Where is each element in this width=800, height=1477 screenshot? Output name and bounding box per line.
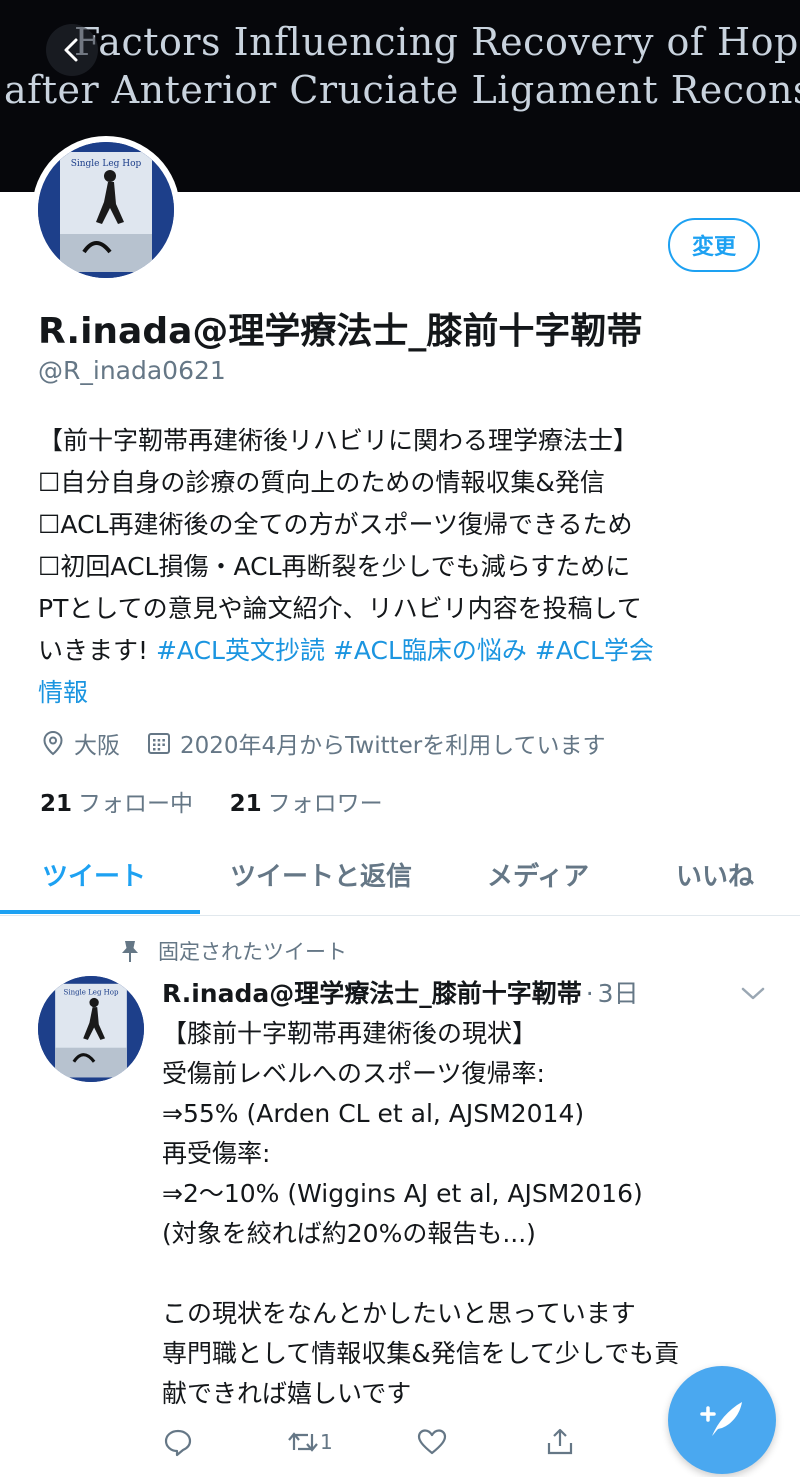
tweet-line: 専門職として情報収集&発信をして少しでも貢 (162, 1339, 680, 1368)
tweet-line: ⇒55% (Arden CL et al, AJSM2014) (162, 1099, 585, 1128)
tweet-actions: 1 (160, 1426, 600, 1466)
hashtag-link-continuation[interactable]: 情報 (38, 672, 778, 714)
active-tab-indicator (0, 910, 200, 914)
retweet-button[interactable]: 1 (286, 1426, 333, 1458)
bio-line: いきます! #ACL英文抄読 #ACL臨床の悩み #ACL学会 (38, 630, 778, 672)
bio-line: ☐自分自身の診療の質向上のための情報収集&発信 (38, 468, 605, 497)
profile-join-date: 2020年4月からTwitterを利用しています (180, 733, 606, 759)
avatar-caption: Single Leg Hop (64, 988, 119, 997)
profile-avatar[interactable]: Single Leg Hop (32, 136, 180, 284)
tab-media[interactable]: メディア (487, 856, 589, 893)
tweet-author-avatar[interactable]: Single Leg Hop (38, 976, 144, 1082)
following-link[interactable]: 21 フォロー中 (40, 791, 193, 817)
followers-count: 21 (229, 791, 262, 817)
following-label: フォロー中 (78, 791, 194, 817)
tab-tweets-and-replies[interactable]: ツイートと返信 (230, 856, 412, 893)
compose-tweet-icon (700, 1402, 742, 1436)
calendar-icon (148, 733, 170, 754)
tweet-line: 再受傷率: (162, 1139, 271, 1168)
avatar-caption: Single Leg Hop (71, 159, 142, 169)
reply-icon (164, 1429, 192, 1457)
profile-meta: 大阪 2020年4月からTwitterを利用しています (40, 726, 606, 760)
tweet-text: 【膝前十字靭帯再建術後の現状】 受傷前レベルへのスポーツ復帰率: ⇒55% (A… (162, 1014, 782, 1414)
retweet-icon (288, 1432, 318, 1452)
tweet-line: 【膝前十字靭帯再建術後の現状】 (162, 1019, 538, 1048)
follow-stats: 21 フォロー中 21 フォロワー (40, 784, 383, 818)
tab-tweets[interactable]: ツイート (42, 856, 146, 893)
tweet-line: この現状をなんとかしたいと思っています (162, 1299, 636, 1328)
tweet-timestamp[interactable]: 3日 (598, 974, 639, 1010)
tweet-line (162, 1254, 782, 1294)
bio-text: いきます! (38, 636, 149, 665)
tweet-author-name[interactable]: R.inada@理学療法士_膝前十字靭帯 (162, 974, 582, 1010)
tab-likes[interactable]: いいね (676, 856, 754, 893)
pin-icon (122, 941, 138, 962)
banner-title-line-2: after Anterior Cruciate Ligament Reconst… (4, 68, 800, 112)
profile-location: 大阪 (74, 733, 120, 759)
profile-tabs: ツイート ツイートと返信 メディア いいね (0, 838, 800, 916)
tweet-line: (対象を絞れば約20%の報告も...) (162, 1219, 536, 1248)
location-pin-icon (43, 730, 63, 756)
pinned-label: 固定されたツイート (158, 940, 347, 964)
profile-bio: 【前十字靭帯再建術後リハビリに関わる理学療法士】 ☐自分自身の診療の質向上のため… (38, 420, 778, 714)
share-button[interactable] (544, 1426, 576, 1458)
hashtag-link[interactable]: #ACL英文抄読 (156, 636, 325, 665)
reply-button[interactable] (162, 1426, 194, 1458)
edit-profile-button[interactable]: 変更 (668, 218, 760, 272)
banner-title-line-1: Factors Influencing Recovery of Hop Test… (74, 20, 800, 64)
hashtag-link[interactable]: #ACL臨床の悩み (333, 636, 527, 665)
chevron-down-icon[interactable] (740, 986, 766, 1002)
bio-line: 【前十字靭帯再建術後リハビリに関わる理学療法士】 (38, 426, 639, 455)
followers-link[interactable]: 21 フォロワー (230, 791, 383, 817)
tweet-header: R.inada@理学療法士_膝前十字靭帯 · 3日 (162, 974, 639, 1010)
compose-tweet-button[interactable] (668, 1366, 776, 1474)
tweet-separator: · (585, 979, 594, 1008)
share-icon (547, 1428, 573, 1455)
following-count: 21 (40, 791, 73, 817)
pinned-indicator: 固定されたツイート (120, 936, 347, 966)
profile-display-name: R.inada@理学療法士_膝前十字靭帯 (38, 311, 643, 352)
bio-line: ☐初回ACL損傷・ACL再断裂を少しでも減らすために (38, 552, 631, 581)
followers-label: フォロワー (267, 791, 383, 817)
retweet-count: 1 (320, 1430, 333, 1454)
profile-handle: @R_inada0621 (38, 356, 226, 385)
back-arrow-icon (64, 38, 78, 62)
like-button[interactable] (416, 1426, 448, 1458)
back-button[interactable] (46, 24, 98, 76)
tweet-line: 受傷前レベルへのスポーツ復帰率: (162, 1059, 545, 1088)
bio-line: ☐ACL再建術後の全ての方がスポーツ復帰できるため (38, 510, 633, 539)
tweet-line: ⇒2〜10% (Wiggins AJ et al, AJSM2016) (162, 1179, 643, 1208)
like-icon (417, 1429, 447, 1455)
bio-line: PTとしての意見や論文紹介、リハビリ内容を投稿して (38, 594, 642, 623)
hashtag-link[interactable]: #ACL学会 (535, 636, 654, 665)
